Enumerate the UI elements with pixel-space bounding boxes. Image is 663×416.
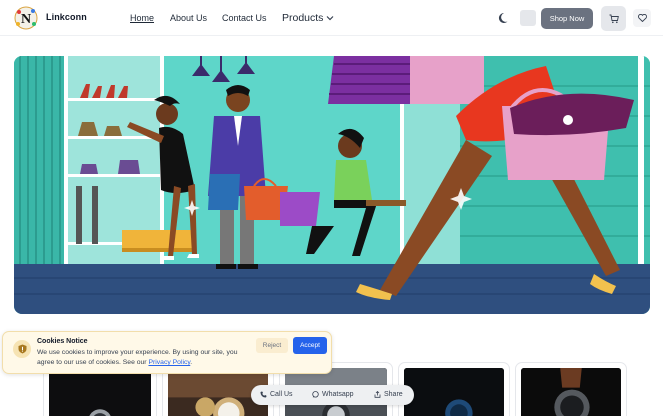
brand-logo[interactable]: N [14, 6, 38, 30]
product-card[interactable] [398, 362, 510, 416]
call-us-button[interactable]: Call Us [260, 391, 293, 398]
nav-home[interactable]: Home [130, 13, 154, 23]
call-us-label: Call Us [270, 391, 293, 398]
moon-icon[interactable] [498, 11, 512, 25]
cart-icon [609, 14, 619, 23]
whatsapp-button[interactable]: Whatsapp [312, 391, 354, 398]
wishlist-button[interactable] [633, 9, 651, 27]
nav-products[interactable]: Products [282, 12, 323, 24]
whatsapp-label: Whatsapp [322, 391, 354, 398]
cart-button[interactable] [601, 6, 626, 31]
product-card[interactable] [515, 362, 627, 416]
nav-about[interactable]: About Us [170, 13, 207, 23]
shield-icon [13, 340, 31, 358]
brand-name[interactable]: Linkconn [46, 12, 87, 22]
shop-now-button[interactable]: Shop Now [541, 8, 593, 29]
chevron-down-icon[interactable] [326, 14, 334, 22]
phone-icon [260, 391, 267, 398]
product-image [521, 368, 621, 416]
nav-contact[interactable]: Contact Us [222, 13, 267, 23]
product-image [49, 368, 151, 416]
share-icon [374, 391, 381, 398]
whatsapp-icon [312, 391, 319, 398]
contact-share-bar: Call Us Whatsapp Share [251, 385, 414, 405]
heart-icon [637, 14, 647, 22]
reject-cookies-button[interactable]: Reject [256, 338, 288, 353]
placeholder-button[interactable] [520, 10, 536, 26]
privacy-policy-link[interactable]: Privacy Policy [148, 359, 190, 366]
hero-shopping-illustration [14, 56, 650, 314]
cookie-message: We use cookies to improve your experienc… [37, 348, 253, 368]
cookie-title: Cookies Notice [37, 338, 88, 345]
share-label: Share [384, 391, 403, 398]
accept-cookies-button[interactable]: Accept [293, 337, 327, 354]
page: N Linkconn Home About Us Contact Us Prod… [0, 0, 663, 416]
site-header: N Linkconn Home About Us Contact Us Prod… [0, 0, 663, 36]
logo-letter: N [21, 12, 31, 27]
share-button[interactable]: Share [374, 391, 403, 398]
product-image [404, 368, 504, 416]
cookie-notice: Cookies Notice We use cookies to improve… [2, 331, 332, 374]
hero-banner[interactable] [14, 56, 650, 314]
cookie-text-end: . [190, 359, 193, 366]
cookie-text: We use cookies to improve your experienc… [37, 349, 238, 366]
